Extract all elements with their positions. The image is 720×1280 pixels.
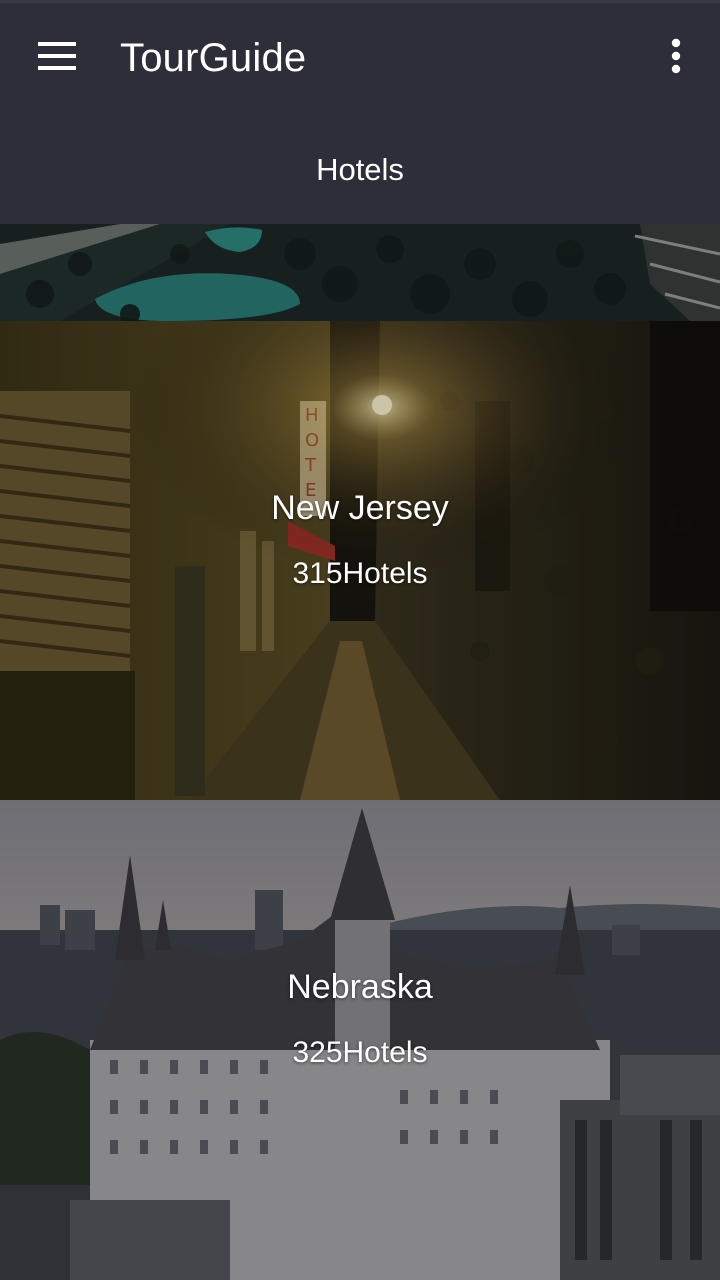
menu-icon: [38, 42, 76, 70]
app-screen: TourGuide Hotels New Jersey 315Hotels Ne…: [0, 0, 720, 1280]
card-count: 315Hotels: [292, 557, 428, 590]
app-title: TourGuide: [120, 36, 307, 80]
hotel-list: HO TE New Jersey 315Hotels: [0, 224, 720, 1280]
tab-hotels[interactable]: Hotels: [0, 140, 720, 200]
overflow-menu-button[interactable]: [652, 32, 700, 80]
app-bar: TourGuide Hotels: [0, 0, 720, 224]
list-item[interactable]: Nebraska 325Hotels: [0, 800, 720, 1280]
resort-pool-image: [0, 224, 720, 321]
menu-button[interactable]: [24, 32, 88, 80]
more-vert-icon: [671, 38, 681, 74]
status-strip: [0, 0, 720, 3]
card-title: New Jersey: [271, 489, 449, 527]
list-item[interactable]: HO TE New Jersey 315Hotels: [0, 321, 720, 800]
card-title: Nebraska: [287, 968, 433, 1006]
list-item[interactable]: [0, 224, 720, 321]
card-count: 325Hotels: [292, 1036, 428, 1069]
